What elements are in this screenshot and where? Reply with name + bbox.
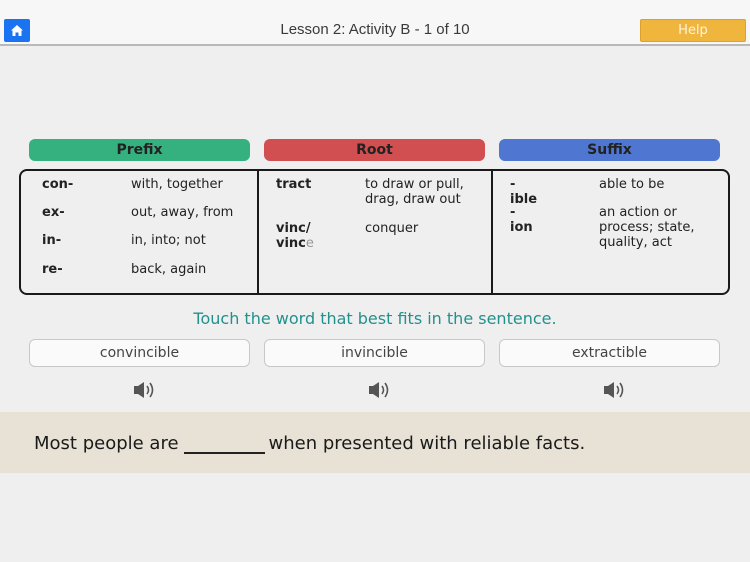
prefix-meaning: in, into; not	[131, 233, 206, 248]
prefix-header: Prefix	[29, 139, 250, 161]
column-divider	[257, 171, 259, 293]
speaker-icon[interactable]	[603, 380, 627, 400]
sentence-after: when presented with reliable facts.	[268, 433, 586, 454]
prefix-meaning: back, again	[131, 262, 207, 277]
root-meaning-line: drag, draw out	[365, 192, 461, 207]
suffix-part: -ion	[510, 205, 533, 235]
suffix-header: Suffix	[499, 139, 720, 161]
root-header: Root	[264, 139, 485, 161]
speaker-icon[interactable]	[133, 380, 157, 400]
lesson-title: Lesson 2: Activity B - 1 of 10	[280, 21, 470, 38]
prefix-part: re-	[42, 262, 63, 277]
root-meaning-line: to draw or pull,	[365, 177, 464, 192]
column-divider	[491, 171, 493, 293]
choice-button-invincible[interactable]: invincible	[264, 339, 485, 367]
root-meaning: conquer	[365, 221, 419, 236]
root-meaning: to draw or pull, drag, draw out	[365, 177, 464, 207]
top-bar: Lesson 2: Activity B - 1 of 10 Help	[0, 0, 750, 46]
root-part-line: vinc	[276, 236, 306, 251]
sentence-before: Most people are	[34, 433, 179, 454]
morpheme-table: con- with, together ex- out, away, from …	[19, 169, 730, 295]
instruction-text: Touch the word that best fits in the sen…	[193, 309, 557, 328]
suffix-meaning: able to be	[599, 177, 665, 192]
sentence-panel: Most people are when presented with reli…	[0, 412, 750, 473]
prefix-part: con-	[42, 177, 74, 192]
suffix-part: -ible	[510, 177, 538, 207]
prefix-part: in-	[42, 233, 62, 248]
root-part-line: vinc/	[276, 221, 311, 236]
suffix-meaning-line: process; state,	[599, 220, 695, 235]
suffix-meaning-line: quality, act	[599, 235, 672, 250]
suffix-meaning-line: an action or	[599, 205, 677, 220]
choice-button-extractible[interactable]: extractible	[499, 339, 720, 367]
prefix-meaning: with, together	[131, 177, 223, 192]
choice-button-convincible[interactable]: convincible	[29, 339, 250, 367]
root-part: vinc/ vince	[276, 221, 314, 251]
root-part-faded-letter: e	[305, 236, 314, 251]
sentence: Most people are when presented with reli…	[34, 432, 585, 454]
answer-blank	[183, 432, 265, 454]
prefix-part: ex-	[42, 205, 65, 220]
speaker-icon[interactable]	[368, 380, 392, 400]
help-button[interactable]: Help	[640, 19, 746, 42]
suffix-meaning: an action or process; state, quality, ac…	[599, 205, 695, 250]
prefix-meaning: out, away, from	[131, 205, 234, 220]
root-part: tract	[276, 177, 312, 192]
